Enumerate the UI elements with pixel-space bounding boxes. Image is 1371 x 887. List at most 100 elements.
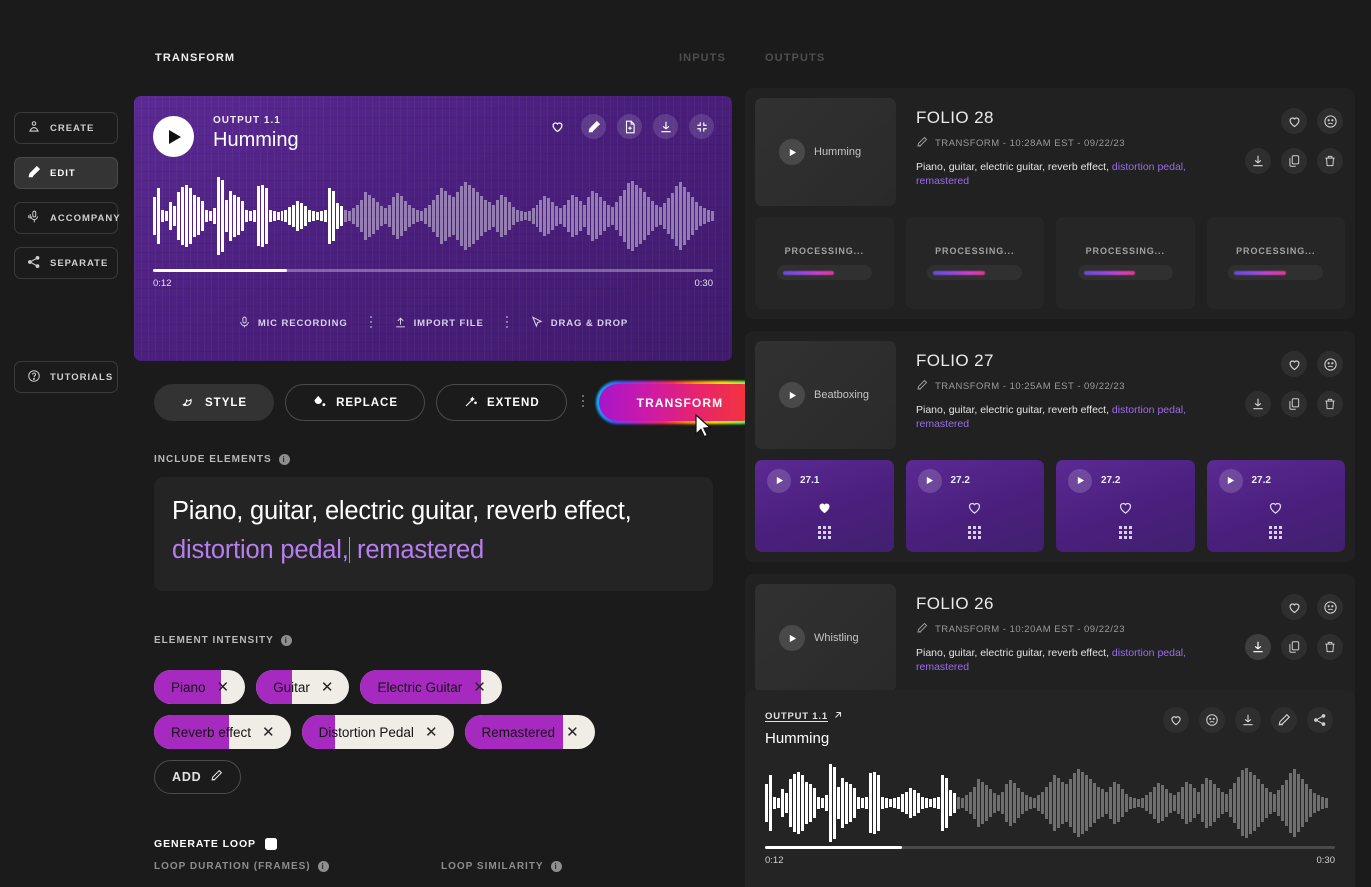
copy-icon[interactable] (1281, 634, 1307, 660)
tab-transform[interactable]: TRANSFORM (155, 52, 235, 64)
delete-icon[interactable] (1317, 634, 1343, 660)
grid-icon[interactable] (918, 525, 1033, 544)
play-button[interactable] (917, 468, 942, 493)
share-icon[interactable] (1307, 707, 1333, 733)
add-element-button[interactable]: ADD (154, 760, 242, 794)
download-icon[interactable] (1235, 707, 1261, 733)
sad-face-icon[interactable] (1317, 594, 1343, 620)
prompt-input[interactable]: Piano, guitar, electric guitar, reverb e… (154, 477, 713, 591)
player-scrubber[interactable] (153, 269, 713, 272)
waveform-bar (551, 202, 555, 230)
progress-bar (927, 265, 1023, 280)
heart-icon[interactable] (545, 114, 570, 139)
favorite-icon[interactable] (918, 499, 1033, 521)
intensity-chip[interactable]: Piano ✕ (154, 670, 246, 704)
waveform-bar (845, 781, 848, 825)
extend-button[interactable]: EXTEND (436, 384, 567, 421)
info-icon[interactable]: i (317, 861, 329, 872)
delete-icon[interactable] (1317, 391, 1343, 417)
sidebar-item-tutorials[interactable]: TUTORIALS (14, 361, 118, 393)
waveform-bar (332, 190, 336, 242)
chip-remove-icon[interactable]: ✕ (473, 680, 486, 695)
delete-icon[interactable] (1317, 148, 1343, 174)
new-file-icon[interactable] (617, 114, 642, 139)
drag-drop-option[interactable]: DRAG & DROP (530, 315, 628, 332)
copy-icon[interactable] (1281, 391, 1307, 417)
play-button[interactable] (767, 468, 791, 493)
folio-thumbnail[interactable]: Whistling (755, 584, 896, 692)
heart-icon[interactable] (1281, 108, 1307, 134)
grid-icon[interactable] (1219, 525, 1334, 544)
dock-output-link[interactable]: OUTPUT 1.1 (765, 710, 843, 723)
play-button[interactable] (779, 139, 805, 165)
sad-face-icon[interactable] (1199, 707, 1225, 733)
generate-loop-checkbox[interactable] (264, 838, 277, 850)
sidebar-item-accompany[interactable]: ACCOMPANY (14, 202, 120, 234)
variant-card[interactable]: 27.2 (905, 460, 1044, 552)
chip-remove-icon[interactable]: ✕ (262, 725, 275, 740)
grid-icon[interactable] (767, 525, 882, 544)
sad-face-icon[interactable] (1317, 108, 1343, 134)
sidebar-item-separate[interactable]: SEPARATE (14, 247, 118, 279)
download-icon[interactable] (1245, 391, 1271, 417)
sidebar-item-create[interactable]: CREATE (14, 112, 118, 144)
download-icon[interactable] (653, 114, 678, 139)
favorite-icon[interactable] (767, 499, 882, 521)
import-file-option[interactable]: IMPORT FILE (394, 316, 484, 332)
intensity-chip[interactable]: Distortion Pedal ✕ (301, 715, 454, 749)
dock-scrubber[interactable] (765, 846, 1335, 849)
intensity-chip[interactable]: Remastered ✕ (464, 715, 595, 749)
play-button[interactable] (779, 382, 805, 408)
transform-button[interactable]: TRANSFORM (598, 384, 762, 421)
chip-remove-icon[interactable]: ✕ (217, 680, 230, 695)
folio-card[interactable]: Humming FOLIO 28 TRANSFORM - 10:28AM EST -… (745, 88, 1355, 319)
heart-icon[interactable] (1163, 707, 1189, 733)
favorite-icon[interactable] (1219, 499, 1334, 521)
folio-card[interactable]: Whistling FOLIO 26 TRANSFORM - 10:20AM EST… (745, 574, 1355, 702)
sad-face-icon[interactable] (1317, 351, 1343, 377)
intensity-chip[interactable]: Electric Guitar ✕ (360, 670, 502, 704)
download-icon[interactable] (1245, 634, 1271, 660)
waveform-bar (527, 210, 531, 222)
heart-icon[interactable] (1281, 594, 1307, 620)
favorite-icon[interactable] (1068, 499, 1183, 521)
variant-card[interactable]: 27.1 (755, 460, 894, 552)
play-button[interactable] (779, 625, 805, 651)
pen-icon[interactable] (581, 114, 606, 139)
folio-card[interactable]: Beatboxing FOLIO 27 TRANSFORM - 10:25AM ES… (745, 331, 1355, 562)
waveform[interactable] (153, 175, 714, 257)
sidebar-item-edit[interactable]: EDIT (14, 157, 118, 189)
folio-thumbnail[interactable]: Beatboxing (755, 341, 896, 449)
intensity-chip[interactable]: Reverb effect ✕ (154, 715, 291, 749)
chip-remove-icon[interactable]: ✕ (425, 725, 438, 740)
replace-button[interactable]: REPLACE (285, 384, 426, 421)
grid-icon[interactable] (1068, 525, 1183, 544)
info-icon[interactable]: i (278, 454, 290, 465)
collapse-icon[interactable] (689, 114, 714, 139)
intensity-chip[interactable]: Guitar ✕ (256, 670, 350, 704)
download-icon[interactable] (1245, 148, 1271, 174)
chip-remove-icon[interactable]: ✕ (321, 680, 334, 695)
copy-icon[interactable] (1281, 148, 1307, 174)
style-button[interactable]: STYLE (154, 384, 275, 421)
info-icon[interactable]: i (550, 861, 562, 872)
waveform[interactable] (765, 762, 1335, 844)
waveform-bar (212, 208, 216, 224)
waveform-bar (587, 197, 591, 235)
tab-outputs[interactable]: OUTPUTS (765, 52, 825, 64)
mic-recording-option[interactable]: MIC RECORDING (238, 316, 348, 332)
play-button[interactable] (1068, 468, 1092, 493)
folio-thumbnail[interactable]: Humming (755, 98, 896, 206)
folio-description: Piano, guitar, electric guitar, reverb e… (916, 161, 1187, 187)
info-icon[interactable]: i (280, 635, 292, 646)
variant-processing: PROCESSING... (1056, 217, 1195, 309)
tab-inputs[interactable]: INPUTS (679, 52, 726, 64)
pen-icon[interactable] (1271, 707, 1297, 733)
chip-remove-icon[interactable]: ✕ (566, 725, 579, 740)
play-button[interactable] (1218, 468, 1243, 493)
heart-icon[interactable] (1281, 351, 1307, 377)
variant-card[interactable]: 27.2 (1206, 460, 1345, 552)
waveform-bar (511, 207, 515, 225)
play-button[interactable] (153, 116, 194, 157)
variant-card[interactable]: 27.2 (1056, 460, 1195, 552)
